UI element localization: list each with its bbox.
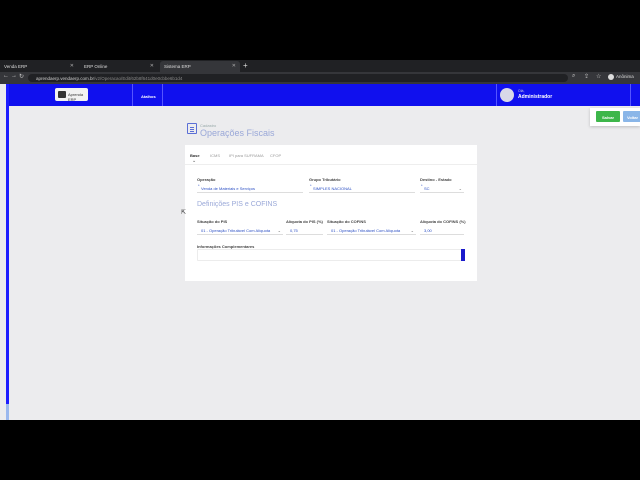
textarea-scrollbar[interactable] [461,249,465,261]
required-marker: * [310,183,312,188]
zoom-icon[interactable]: ⌕ [572,73,575,80]
app-logo[interactable]: Aprenda ERP [55,88,88,102]
chevron-down-icon: ⌄ [192,158,197,164]
tab-cfop[interactable]: CFOP [270,153,281,158]
operacao-field[interactable]: * Venda de Materiais e Serviços [197,182,303,193]
sit-cofins-select[interactable]: 01 - Operação Tributável Com Alíquota ⌄ [327,224,416,235]
aliq-cofins-input[interactable]: 3,00 [420,224,464,235]
side-menu-bar[interactable] [6,84,9,404]
page-title: Operações Fiscais [200,128,275,138]
reload-icon[interactable]: ↻ [19,73,24,80]
browser-tab-erp-online[interactable]: ERP Online ✕ [80,61,158,72]
screen: Venda ERP ✕ ERP Online ✕ Sistema ERP ✕ +… [0,0,640,480]
save-button[interactable]: Salvar [596,111,620,122]
forward-arrow-icon[interactable]: → [11,73,17,79]
browser-tab-venda-erp[interactable]: Venda ERP ✕ [0,61,78,72]
sit-cofins-value: 01 - Operação Tributável Com Alíquota [331,228,401,233]
back-button[interactable]: Voltar [623,111,640,122]
share-icon[interactable]: ⇪ [584,73,589,80]
user-avatar-icon [500,88,514,102]
aliq-cofins-value: 3,00 [424,228,432,233]
nav-link-atalhos[interactable]: Atalhos [141,94,156,99]
browser-tab-label: Sistema ERP [164,64,191,69]
grupo-value: SIMPLES NACIONAL [313,186,352,191]
browser-tab-label: Venda ERP [4,64,28,69]
logo-mark-icon [58,91,66,98]
tab-icms[interactable]: ICMS [210,153,220,158]
destino-value: SC [424,186,430,191]
url-input[interactable]: aprendaerp.vendaerp.com.br/v2/Operacao/E… [28,74,568,82]
chevron-down-icon: ⌄ [410,228,414,233]
nav-divider [630,84,631,106]
info-textarea[interactable] [197,249,465,261]
url-host: aprendaerp.vendaerp.com.br [36,75,95,81]
user-menu[interactable]: Olá, Administrador [496,86,630,104]
profile-avatar-icon [608,74,614,80]
close-icon[interactable]: ✕ [232,63,236,69]
profile-label: Anônima [616,74,634,80]
user-greeting: Olá, [518,89,525,93]
mouse-cursor-icon: ⇱ [181,210,187,216]
chevron-down-icon: ⌄ [458,186,462,191]
document-icon [187,123,197,134]
side-menu-bar-end [6,404,9,420]
sit-pis-value: 01 - Operação Tributável Com Alíquota [201,228,271,233]
user-name: Administrador [518,94,553,100]
new-tab-button[interactable]: + [243,61,248,70]
star-icon[interactable]: ☆ [596,73,601,80]
section-title: Definições PIS e COFINS [197,201,278,208]
profile-button[interactable]: Anônima [608,74,634,80]
aliq-pis-value: 0,75 [290,228,298,233]
close-icon[interactable]: ✕ [150,63,154,69]
required-marker: * [421,183,423,188]
nav-divider [162,84,163,106]
sit-pis-select[interactable]: 01 - Operação Tributável Com Alíquota ⌄ [197,224,283,235]
aliq-pis-input[interactable]: 0,75 [286,224,323,235]
operacao-value: Venda de Materiais e Serviços [201,186,256,191]
url-path: /v2/Operacao/Edit/62b8f641d0e0cbbe6b1d4 [94,75,183,81]
grupo-field[interactable]: * SIMPLES NACIONAL [309,182,415,193]
chevron-down-icon: ⌄ [277,228,281,233]
logo-text: Aprenda ERP [68,92,84,102]
tab-ipi-suframa[interactable]: IPI para SUFRAMA [229,153,264,158]
nav-divider [132,84,133,106]
destino-field[interactable]: * SC ⌄ [420,182,464,193]
back-arrow-icon[interactable]: ← [3,73,9,79]
close-icon[interactable]: ✕ [70,63,74,69]
browser-tab-sistema-erp[interactable]: Sistema ERP ✕ [160,61,240,72]
browser-tab-label: ERP Online [84,64,108,69]
required-marker: * [198,183,200,188]
